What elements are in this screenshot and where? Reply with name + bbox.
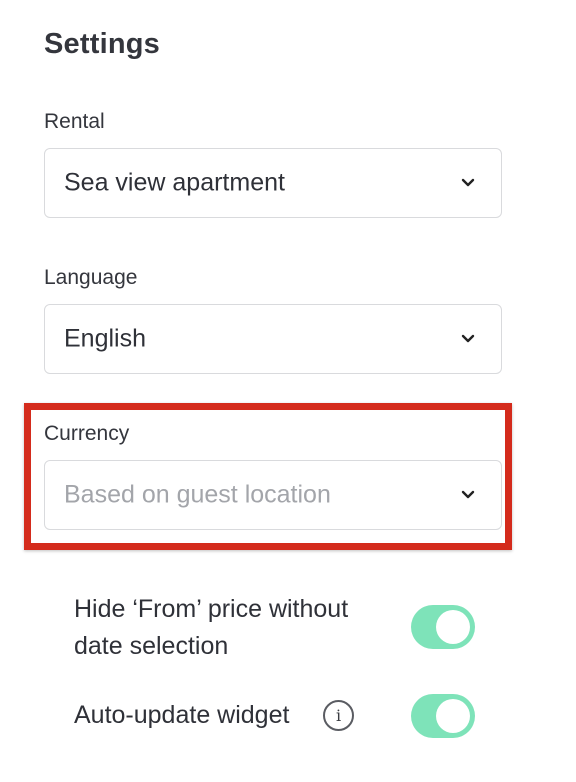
chevron-down-icon	[461, 334, 475, 343]
auto-update-label: Auto-update widget	[74, 701, 290, 729]
hide-from-price-toggle[interactable]	[411, 605, 475, 649]
currency-select[interactable]: Based on guest location	[44, 460, 502, 530]
page-title: Settings	[44, 28, 160, 60]
language-label: Language	[44, 266, 138, 289]
auto-update-toggle[interactable]	[411, 694, 475, 738]
language-select[interactable]: English	[44, 304, 502, 374]
info-icon[interactable]: i	[323, 700, 354, 731]
hide-from-price-label-line1: Hide ‘From’ price without	[74, 595, 349, 623]
rental-select-value: Sea view apartment	[64, 168, 285, 197]
hide-from-price-label-line2: date selection	[74, 632, 229, 660]
toggle-knob	[436, 610, 470, 644]
rental-label: Rental	[44, 110, 105, 133]
hide-from-price-label: Hide ‘From’ price without date selection	[74, 591, 348, 665]
currency-select-placeholder: Based on guest location	[64, 480, 331, 509]
language-select-value: English	[64, 324, 146, 353]
chevron-down-icon	[461, 490, 475, 499]
currency-label: Currency	[44, 422, 130, 445]
chevron-down-icon	[461, 178, 475, 187]
toggle-knob	[436, 699, 470, 733]
rental-select[interactable]: Sea view apartment	[44, 148, 502, 218]
